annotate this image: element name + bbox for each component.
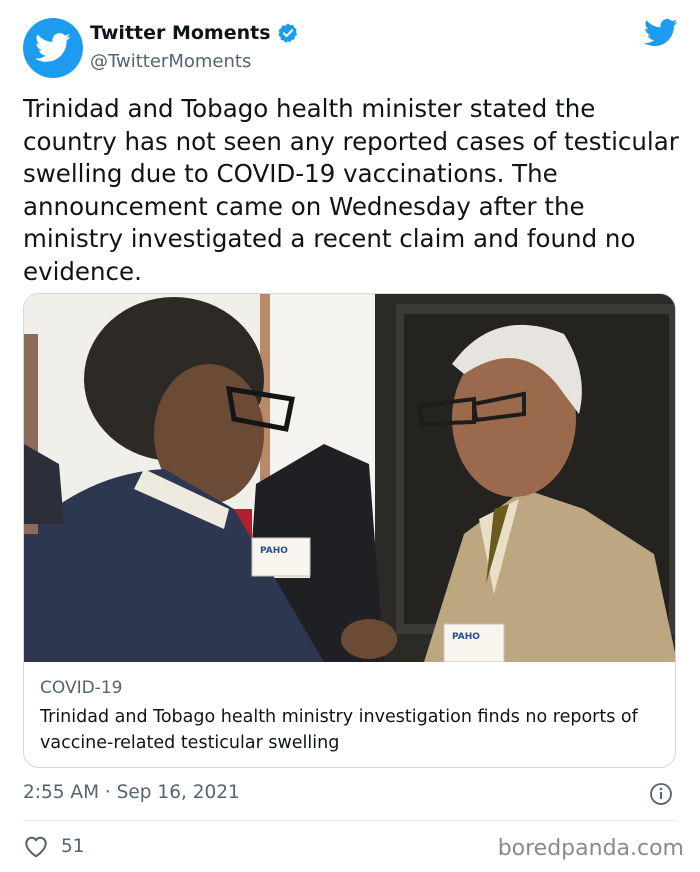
tweet-text: Trinidad and Tobago health minister stat… [23,94,679,286]
twitter-bird-icon [35,33,71,62]
heart-icon[interactable] [23,834,49,858]
badge-left-label: PAHO [260,546,288,556]
link-card[interactable]: PAHO PAHO COVID-19 Trinidad and Tobago h… [23,293,676,768]
like-action[interactable]: 51 [23,834,85,858]
twitter-logo-icon[interactable] [644,18,678,48]
info-icon[interactable] [649,782,673,806]
tweet-timestamp[interactable]: 2:55 AM · Sep 16, 2021 [23,782,240,803]
author-handle[interactable]: @TwitterMoments [90,51,251,72]
watermark: boredpanda.com [497,836,684,861]
like-count: 51 [61,835,85,857]
card-title: Trinidad and Tobago health ministry inve… [40,707,638,753]
verified-badge-icon [277,23,297,43]
display-name[interactable]: Twitter Moments [90,22,271,44]
card-category: COVID-19 [40,678,123,698]
card-photo: PAHO PAHO [24,294,675,662]
avatar[interactable] [23,18,83,78]
divider [23,820,676,821]
badge-right-label: PAHO [452,632,480,642]
card-image[interactable]: PAHO PAHO [24,294,675,662]
author-name-row: Twitter Moments [90,22,299,44]
